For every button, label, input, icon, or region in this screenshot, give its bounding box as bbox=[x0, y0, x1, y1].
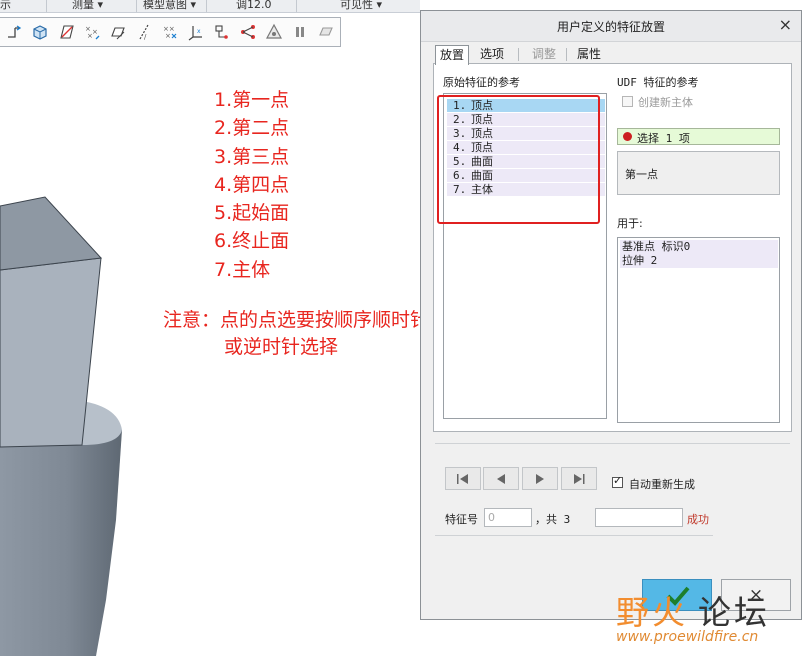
coordinate-system-icon[interactable]: x bbox=[187, 23, 205, 41]
list-item[interactable]: 基准点 标识0 bbox=[620, 240, 778, 254]
axis-icon[interactable]: / bbox=[135, 23, 153, 41]
point-set-icon[interactable]: ×× × bbox=[161, 23, 179, 41]
menu-item-show[interactable]: 示 bbox=[0, 0, 11, 12]
previous-button[interactable] bbox=[483, 467, 519, 490]
cube-icon[interactable] bbox=[31, 23, 49, 41]
udf-refs-label: UDF 特征的参考 bbox=[617, 76, 699, 89]
tab-options[interactable]: 选项 bbox=[472, 45, 512, 63]
selection-status-text: 选择 1 项 bbox=[637, 132, 690, 145]
menu-separator bbox=[46, 0, 47, 12]
reference-order-annotation: 1.第一点 2.第二点 3.第三点 4.第四点 5.起始面 6.终止面 7.主体 bbox=[214, 86, 289, 284]
tab-placement[interactable]: 放置 bbox=[435, 45, 469, 65]
selection-collector[interactable]: 选择 1 项 bbox=[617, 128, 780, 145]
annotation-line: 2.第二点 bbox=[214, 117, 290, 140]
note-annotation-line2: 或逆时针选择 bbox=[224, 336, 339, 358]
auto-regenerate-label: 自动重新生成 bbox=[629, 478, 695, 491]
menu-separator bbox=[296, 0, 297, 12]
auto-regenerate-checkbox[interactable] bbox=[612, 474, 623, 488]
create-body-label: 创建新主体 bbox=[638, 96, 693, 109]
annotation-line: 4.第四点 bbox=[214, 173, 290, 196]
tab-separator bbox=[518, 48, 519, 61]
note-annotation-line1: 注意：点的点选要按顺序顺时针 bbox=[163, 309, 430, 331]
annotation-line: 6.终止面 bbox=[214, 230, 290, 253]
last-button[interactable] bbox=[561, 467, 597, 490]
annotation-line: 7.主体 bbox=[214, 258, 271, 281]
svg-text:×: × bbox=[165, 32, 171, 40]
watermark-brand: 野火 论坛 bbox=[616, 593, 770, 632]
feature-total-label: ，共 3 bbox=[535, 513, 571, 526]
forum-watermark: 野火 论坛 www.proewildfire.cn bbox=[614, 590, 802, 650]
point-cloud-icon[interactable]: × × × bbox=[83, 23, 101, 41]
model-geometry bbox=[0, 196, 122, 656]
block-top-face bbox=[0, 196, 103, 271]
feature-number-label: 特征号 bbox=[445, 513, 478, 526]
annotation-line: 1.第一点 bbox=[214, 89, 290, 111]
selection-status-icon bbox=[623, 132, 632, 141]
first-button[interactable] bbox=[445, 467, 481, 490]
svg-text:/: / bbox=[144, 33, 147, 41]
placement-panel: 原始特征的参考 1. 顶点 2. 顶点 3. 顶点 4. 顶点 5. 曲面 6. 曲面 7.… bbox=[433, 63, 792, 432]
merge-icon[interactable] bbox=[239, 23, 257, 41]
create-body-checkbox bbox=[622, 96, 633, 107]
menu-item-measure[interactable]: 测量 ▾ bbox=[72, 0, 103, 12]
watermark-url: www.proewildfire.cn bbox=[616, 629, 759, 645]
feature-name-input[interactable] bbox=[595, 508, 683, 527]
menu-bar: 示 测量 ▾ 模型意图 ▾ 调12.0 可见性 ▾ bbox=[0, 0, 420, 13]
dialog-title: 用户定义的特征放置 bbox=[556, 20, 665, 34]
svg-text:×: × bbox=[92, 28, 98, 36]
tab-adjust: 调整 bbox=[531, 47, 556, 61]
model-viewport[interactable] bbox=[0, 48, 420, 656]
next-button[interactable] bbox=[522, 467, 558, 490]
tab-separator bbox=[566, 48, 567, 61]
last-icon bbox=[574, 474, 585, 484]
used-for-label: 用于: bbox=[617, 217, 643, 230]
pause-icon[interactable] bbox=[291, 23, 309, 41]
highlight-box bbox=[437, 95, 600, 224]
curve-icon[interactable] bbox=[213, 23, 231, 41]
datum-plane-icon[interactable] bbox=[57, 23, 75, 41]
toolbar: × × × / ×× × x bbox=[0, 17, 341, 47]
tab-properties[interactable]: 属性 bbox=[569, 45, 609, 63]
annotation-line: 3.第三点 bbox=[214, 145, 290, 168]
annotation-line: 5.起始面 bbox=[214, 202, 290, 225]
menu-separator bbox=[136, 0, 137, 12]
exit-icon[interactable] bbox=[317, 23, 335, 41]
udf-placement-dialog: 用户定义的特征放置 × 放置 选项 调整 属性 原始特征的参考 1. 顶点 2. 顶… bbox=[420, 10, 802, 620]
feature-number-input[interactable]: 0 bbox=[484, 508, 532, 527]
menu-item-model-intent[interactable]: 模型意图 ▾ bbox=[143, 0, 196, 12]
first-icon bbox=[457, 474, 468, 484]
prompt-text: 第一点 bbox=[625, 168, 658, 181]
svg-text:×: × bbox=[87, 32, 93, 40]
datum-point-icon[interactable] bbox=[5, 23, 23, 41]
divider bbox=[435, 443, 790, 444]
previous-icon bbox=[497, 474, 505, 484]
status-text: 成功 bbox=[687, 513, 709, 526]
cylinder-side bbox=[0, 430, 122, 656]
menu-item-visibility[interactable]: 可见性 ▾ bbox=[340, 0, 382, 12]
list-item[interactable]: 拉伸 2 bbox=[620, 254, 778, 268]
next-icon bbox=[536, 474, 544, 484]
original-refs-label: 原始特征的参考 bbox=[443, 76, 520, 89]
used-for-list[interactable]: 基准点 标识0 拉伸 2 bbox=[617, 237, 780, 423]
menu-separator bbox=[206, 0, 207, 12]
svg-text:x: x bbox=[197, 28, 201, 35]
close-icon[interactable]: × bbox=[779, 15, 792, 34]
triangle-warning-icon[interactable] bbox=[265, 23, 283, 41]
dialog-title-bar[interactable]: 用户定义的特征放置 × bbox=[421, 11, 801, 42]
divider bbox=[435, 535, 713, 536]
menu-item-version[interactable]: 调12.0 bbox=[236, 0, 272, 12]
prompt-box: 第一点 bbox=[617, 151, 780, 195]
sketch-plane-icon[interactable] bbox=[109, 23, 127, 41]
